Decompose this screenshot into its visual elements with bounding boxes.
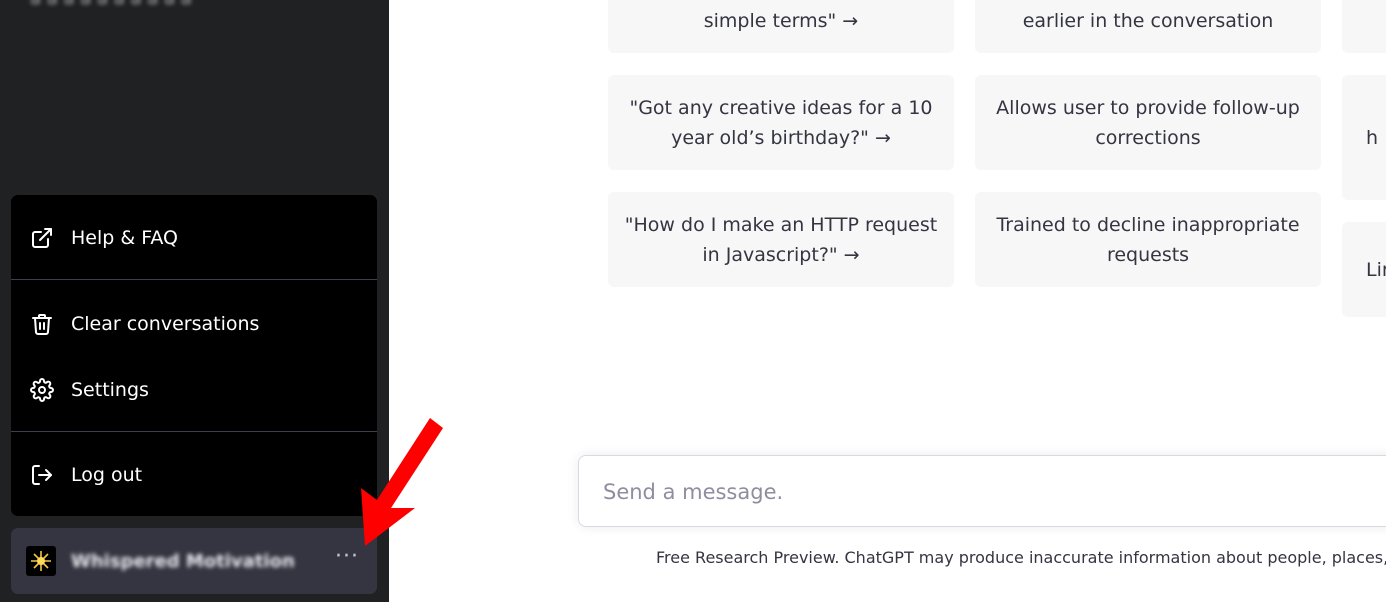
clear-conversations-label: Clear conversations — [71, 313, 260, 335]
menu-divider — [11, 279, 377, 280]
limitation-card: h — [1342, 75, 1386, 200]
limitation-card — [1342, 0, 1386, 53]
logout-icon — [29, 462, 55, 488]
username: Whispered Motivation — [71, 550, 295, 572]
footer-disclaimer: Free Research Preview. ChatGPT may produ… — [656, 548, 1386, 567]
user-account-button[interactable]: Whispered Motivation ··· — [11, 528, 377, 594]
example-card[interactable]: "How do I make an HTTP request in Javasc… — [608, 192, 954, 287]
settings-menu-item[interactable]: Settings — [11, 368, 377, 412]
user-menu: Help & FAQ Clear conversations Settings … — [11, 195, 377, 516]
capability-card: earlier in the conversation — [975, 0, 1321, 53]
log-out-menu-item[interactable]: Log out — [11, 453, 377, 497]
example-text: "Got any creative ideas for a 10 year ol… — [629, 96, 933, 149]
main-panel: simple terms" → earlier in the conversat… — [389, 0, 1386, 602]
message-input[interactable] — [601, 474, 1385, 510]
capability-card: Trained to decline inappropriate request… — [975, 192, 1321, 287]
more-options-icon[interactable]: ··· — [335, 546, 359, 570]
example-card[interactable]: simple terms" → — [608, 0, 954, 53]
sidebar: a a a a a a a a a a Help & FAQ — [0, 0, 389, 602]
clear-conversations-menu-item[interactable]: Clear conversations — [11, 302, 377, 346]
capability-text: earlier in the conversation — [1022, 10, 1274, 32]
menu-divider — [11, 431, 377, 432]
limitation-card: Lir — [1342, 222, 1386, 317]
conversation-item-blurred[interactable]: a a a a a a a a a a — [30, 0, 192, 9]
external-link-icon — [29, 225, 55, 251]
example-text: "How do I make an HTTP request in Javasc… — [624, 213, 938, 266]
settings-label: Settings — [71, 379, 149, 401]
example-card[interactable]: "Got any creative ideas for a 10 year ol… — [608, 75, 954, 170]
example-text: simple terms" → — [703, 10, 859, 32]
message-input-container — [578, 455, 1386, 527]
capability-text: Allows user to provide follow-up correct… — [996, 96, 1300, 149]
help-faq-menu-item[interactable]: Help & FAQ — [11, 216, 377, 260]
trash-icon — [29, 311, 55, 337]
capability-card: Allows user to provide follow-up correct… — [975, 75, 1321, 170]
log-out-label: Log out — [71, 464, 143, 486]
limitation-text: Lir — [1366, 258, 1386, 281]
red-arrow-annotation — [361, 418, 443, 546]
sunburst-icon — [31, 551, 51, 571]
gear-icon — [29, 377, 55, 403]
limitation-text: h — [1366, 126, 1379, 149]
capability-text: Trained to decline inappropriate request… — [996, 213, 1300, 266]
help-faq-label: Help & FAQ — [71, 227, 179, 249]
avatar — [26, 546, 56, 576]
